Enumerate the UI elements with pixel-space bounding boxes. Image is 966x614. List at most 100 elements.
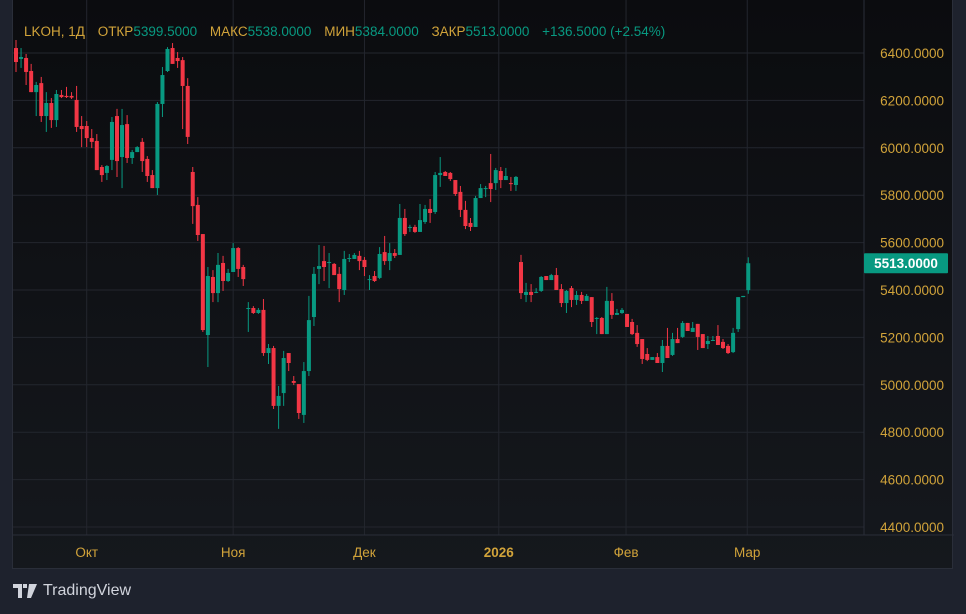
- candle-down: [49, 98, 54, 128]
- candle-down: [175, 52, 180, 68]
- candle-body: [529, 291, 534, 295]
- low-label: МИН: [324, 24, 355, 39]
- candle-body: [458, 191, 463, 210]
- candle-up: [620, 308, 624, 314]
- candle-down: [190, 166, 195, 224]
- candle-body: [317, 266, 321, 269]
- candle-body: [372, 276, 377, 281]
- candle-up: [311, 267, 316, 327]
- candle-down: [453, 180, 458, 196]
- candle-up: [418, 203, 422, 232]
- candle-body: [544, 276, 549, 281]
- high-label: МАКС: [209, 24, 248, 39]
- candle-body: [94, 140, 99, 171]
- candle-up: [407, 224, 412, 232]
- candle-up: [604, 286, 609, 335]
- candle-body: [746, 263, 751, 291]
- symbol-interval[interactable]: LKOH, 1Д: [24, 24, 85, 39]
- candle-body: [493, 170, 498, 184]
- candle-body: [145, 158, 150, 177]
- candle-body: [89, 138, 94, 142]
- change-value: +136.5000 (+2.54%): [542, 24, 666, 39]
- candle-up: [387, 243, 392, 271]
- candle-body: [175, 57, 180, 62]
- candle-up: [256, 308, 261, 314]
- candle-body: [412, 226, 417, 232]
- candle-body: [741, 295, 746, 298]
- candle-up: [534, 288, 539, 294]
- candle-up: [503, 167, 508, 181]
- candle-body: [635, 332, 640, 345]
- candle-body: [736, 297, 741, 330]
- candle-down: [24, 53, 29, 85]
- price-axis[interactable]: 6400.0000 6200.0000 6000.0000 5800.0000 5600…: [880, 46, 944, 535]
- candle-up: [266, 344, 271, 364]
- candle-down: [569, 285, 574, 308]
- candle-up: [660, 340, 665, 373]
- tradingview-branding[interactable]: TradingView: [13, 582, 131, 600]
- candle-body: [210, 276, 215, 294]
- price-tick-label: 5400.0000: [880, 283, 944, 298]
- candle-down: [140, 138, 145, 172]
- candle-body: [266, 348, 271, 354]
- candle-down: [29, 63, 34, 93]
- candle-down: [428, 198, 433, 223]
- candle-down: [332, 262, 337, 276]
- candle-body: [74, 99, 79, 127]
- candle-body: [473, 198, 478, 227]
- candle-body: [519, 262, 523, 294]
- candle-body: [554, 275, 559, 290]
- candle-down: [39, 76, 44, 122]
- open-label: ОТКР: [97, 24, 134, 39]
- candle-down: [554, 267, 559, 290]
- candle-down: [357, 250, 362, 271]
- time-tick-label: Окт: [75, 545, 98, 560]
- candle-body: [296, 384, 301, 414]
- candlestick-chart[interactable]: 6400.0000 6200.0000 6000.0000 5800.0000 5600…: [13, 0, 954, 569]
- candle-down: [609, 293, 614, 319]
- candle-down: [655, 353, 660, 363]
- candle-up: [433, 171, 438, 214]
- candle-down: [412, 224, 417, 233]
- candle-up: [246, 302, 251, 332]
- candle-body: [99, 166, 104, 176]
- candle-body: [397, 217, 402, 255]
- candle-up: [670, 332, 675, 356]
- candle-down: [150, 170, 155, 189]
- candle-body: [44, 103, 49, 117]
- candle-up: [741, 295, 746, 298]
- candle-up: [109, 116, 114, 171]
- candle-down: [221, 255, 226, 291]
- candle-body: [29, 71, 34, 93]
- candle-body: [382, 252, 387, 262]
- time-axis[interactable]: Окт Ноя Дек 2026 Фев Мар: [75, 545, 760, 560]
- candle-down: [700, 334, 705, 349]
- candle-up: [680, 321, 685, 338]
- candle-up: [352, 253, 357, 259]
- candle-down: [665, 327, 670, 359]
- candle-up: [306, 295, 311, 377]
- candle-up: [705, 335, 710, 350]
- candle-body: [665, 345, 670, 359]
- candle-down: [261, 299, 266, 356]
- candle-body: [645, 353, 650, 360]
- candle-down: [115, 108, 119, 177]
- candle-body: [463, 209, 468, 227]
- chart-pane[interactable]: 6400.0000 6200.0000 6000.0000 5800.0000 5600…: [12, 0, 954, 569]
- candle-up: [54, 89, 59, 127]
- candle-body: [508, 183, 513, 185]
- candle-body: [286, 353, 291, 363]
- candle-body: [200, 234, 205, 331]
- candle-body: [367, 279, 372, 281]
- candle-body: [483, 188, 488, 190]
- candle-up: [524, 282, 529, 303]
- candle-up: [650, 357, 655, 360]
- candle-down: [210, 270, 215, 303]
- candle-body: [216, 264, 220, 294]
- candle-up: [549, 273, 554, 281]
- candle-down: [448, 171, 453, 181]
- candle-body: [104, 166, 109, 173]
- candle-down: [579, 291, 584, 304]
- candle-body: [130, 152, 135, 158]
- candle-down: [180, 57, 185, 130]
